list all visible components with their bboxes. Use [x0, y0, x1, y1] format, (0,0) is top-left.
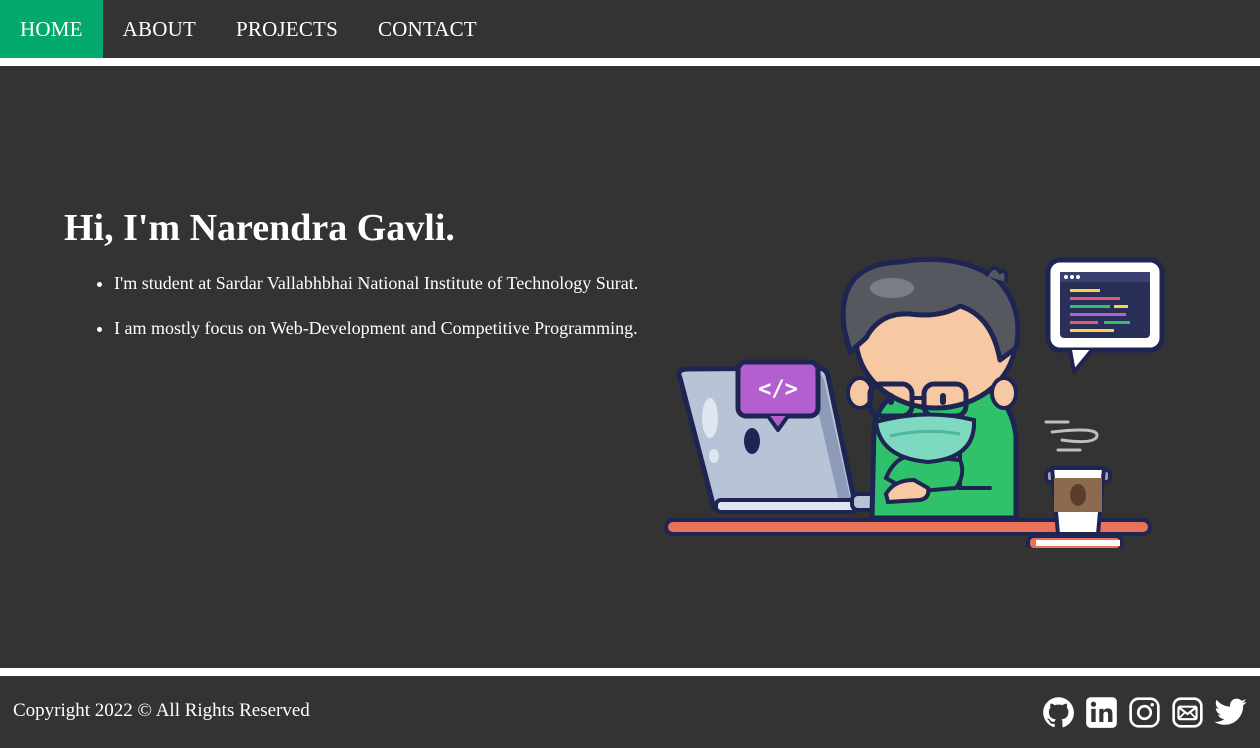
github-link[interactable]	[1041, 695, 1076, 730]
copyright-text: Copyright 2022 © All Rights Reserved	[13, 700, 310, 721]
mail-icon	[1172, 697, 1203, 728]
footer: Copyright 2022 © All Rights Reserved	[0, 676, 1260, 748]
bio-item-education: I'm student at Sardar Vallabhbhai Nation…	[114, 272, 689, 294]
nav-home-link[interactable]: HOME	[0, 0, 103, 58]
bio-item-focus: I am mostly focus on Web-Development and…	[114, 317, 689, 339]
github-icon	[1043, 697, 1074, 728]
nav-about-link[interactable]: ABOUT	[103, 0, 216, 58]
twitter-link[interactable]	[1213, 695, 1248, 730]
linkedin-icon	[1086, 697, 1117, 728]
hero-section: Hi, I'm Narendra Gavli. I'm student at S…	[0, 66, 1260, 668]
bio-list: I'm student at Sardar Vallabhbhai Nation…	[64, 272, 689, 362]
linkedin-link[interactable]	[1084, 695, 1119, 730]
twitter-icon	[1214, 698, 1247, 725]
nav-projects-link[interactable]: PROJECTS	[216, 0, 358, 58]
email-link[interactable]	[1170, 695, 1205, 730]
instagram-icon	[1129, 697, 1160, 728]
code-badge-text: </>	[758, 377, 798, 402]
hero-title: Hi, I'm Narendra Gavli.	[64, 207, 455, 249]
instagram-link[interactable]	[1127, 695, 1162, 730]
social-links	[1041, 695, 1248, 730]
top-navigation: HOME ABOUT PROJECTS CONTACT	[0, 0, 1260, 58]
developer-illustration: </>	[664, 256, 1165, 548]
nav-contact-link[interactable]: CONTACT	[358, 0, 497, 58]
